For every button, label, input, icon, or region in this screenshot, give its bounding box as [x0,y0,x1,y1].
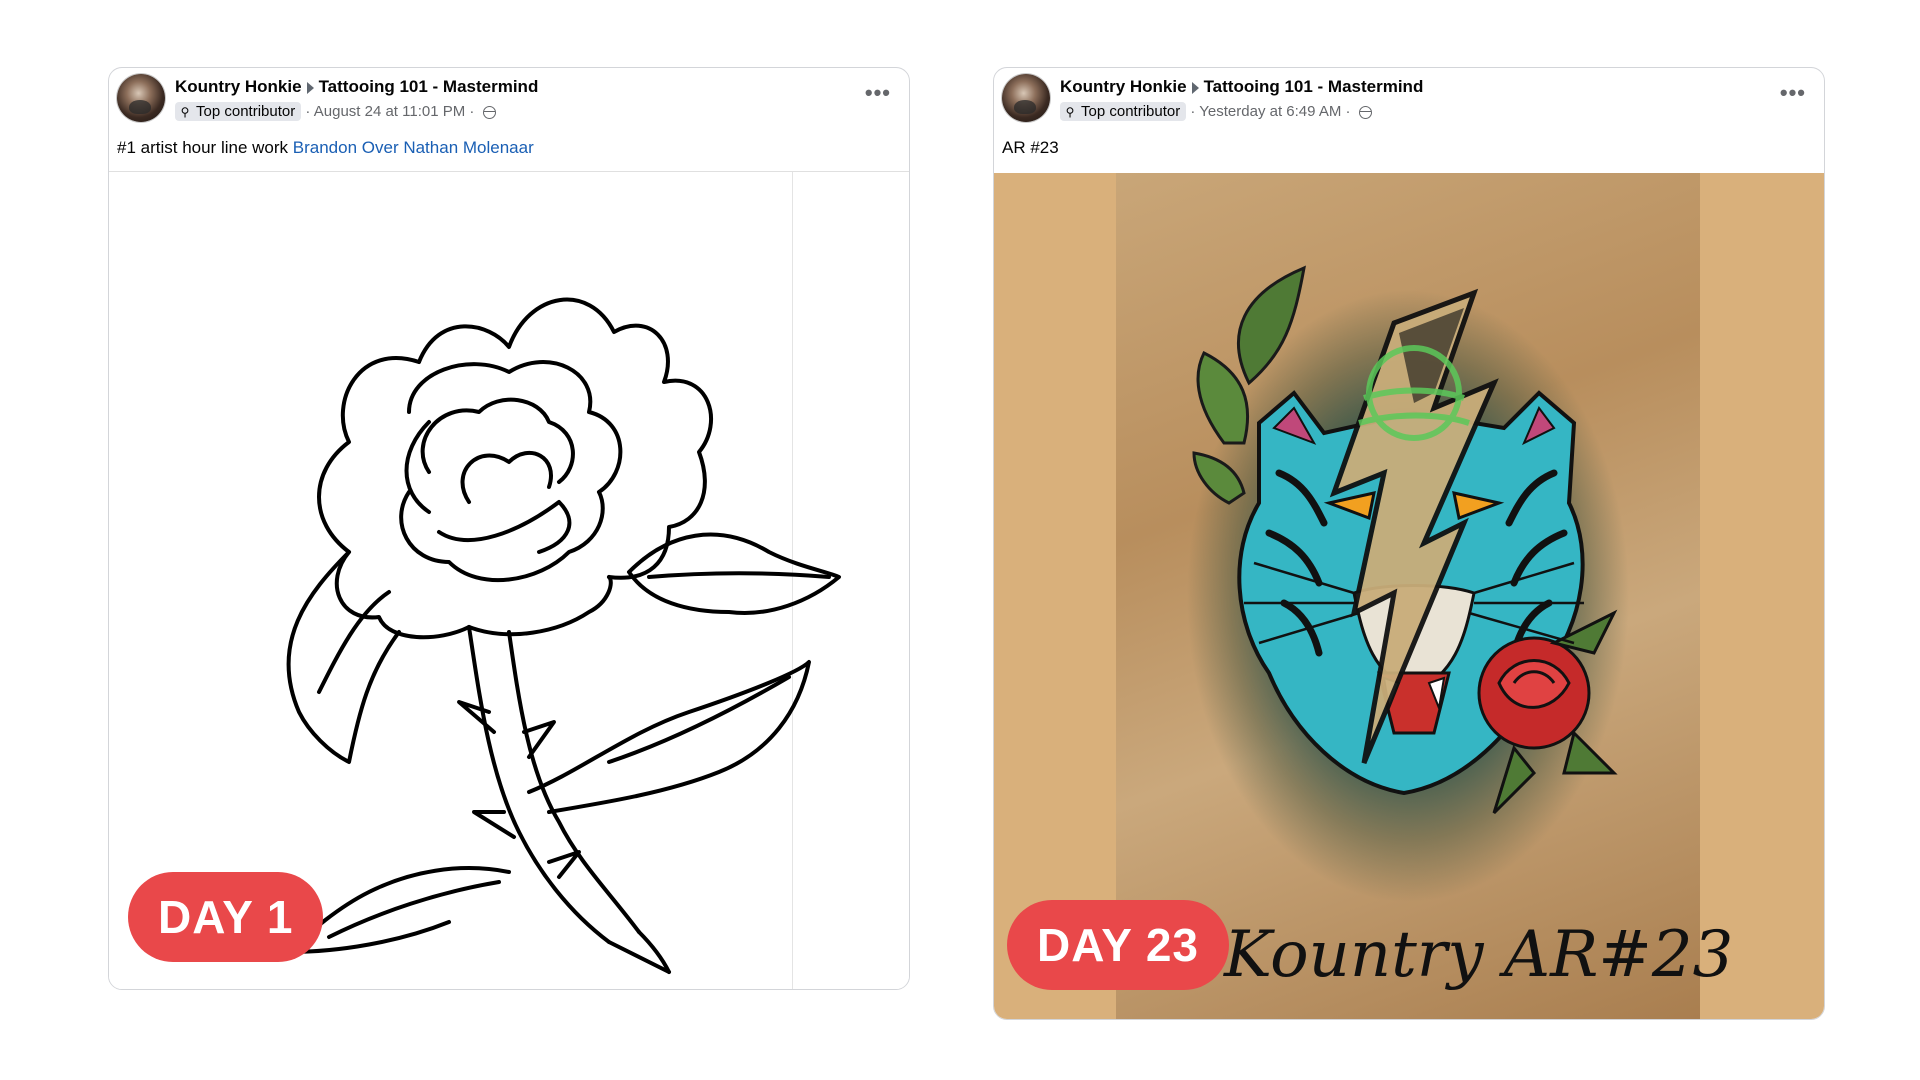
caret-right-icon [306,81,314,94]
avatar[interactable] [117,74,165,122]
post-card-day1: Kountry Honkie Tattooing 101 - Mastermind… [108,67,910,990]
post-body: #1 artist hour line work [117,138,289,157]
top-contributor-icon: ⚲ [1065,105,1075,119]
post-text: #1 artist hour line work Brandon Over Na… [117,138,534,158]
author-name[interactable]: Kountry Honkie [175,77,302,96]
post-timestamp[interactable]: August 24 at 11:01 PM [314,103,466,120]
author-name[interactable]: Kountry Honkie [1060,77,1187,96]
tiger-lightning-artwork [1192,265,1618,815]
top-contributor-icon: ⚲ [180,105,190,119]
group-name[interactable]: Tattooing 101 - Mastermind [319,77,539,96]
post-meta: ⚲ Top contributor · Yesterday at 6:49 AM … [1060,102,1372,121]
globe-icon [482,105,496,119]
ellipsis-icon[interactable]: ••• [1780,80,1806,106]
post-body: AR #23 [1002,138,1059,157]
post-header: Kountry Honkie Tattooing 101 - Mastermind… [994,68,1824,130]
mention-link[interactable]: Brandon Over Nathan Molenaar [293,138,534,157]
badge-label: Top contributor [196,103,296,120]
globe-icon [1358,105,1372,119]
post-title-line: Kountry Honkie Tattooing 101 - Mastermind [1060,77,1423,97]
badge-label: Top contributor [1081,103,1181,120]
caret-right-icon [1191,81,1199,94]
top-contributor-badge[interactable]: ⚲ Top contributor [1060,102,1187,121]
artwork-signature: Kountry AR#23 [1224,918,1734,992]
post-timestamp[interactable]: Yesterday at 6:49 AM [1199,103,1341,120]
ellipsis-icon[interactable]: ••• [865,80,891,106]
day-23-badge: DAY 23 [1007,900,1230,990]
post-title-line: Kountry Honkie Tattooing 101 - Mastermind [175,77,538,97]
rose-linework [286,297,841,974]
top-contributor-badge[interactable]: ⚲ Top contributor [175,102,302,121]
post-header: Kountry Honkie Tattooing 101 - Mastermind… [109,68,909,130]
post-meta: ⚲ Top contributor · August 24 at 11:01 PM… [175,102,496,121]
post-image-rose[interactable] [109,171,909,989]
day-1-badge: DAY 1 [128,872,324,962]
avatar[interactable] [1002,74,1050,122]
post-card-day23: Kountry Honkie Tattooing 101 - Mastermind… [993,67,1825,1020]
group-name[interactable]: Tattooing 101 - Mastermind [1204,77,1424,96]
post-text: AR #23 [1002,138,1059,158]
post-image-tiger[interactable]: Kountry AR#23 [994,173,1824,1019]
